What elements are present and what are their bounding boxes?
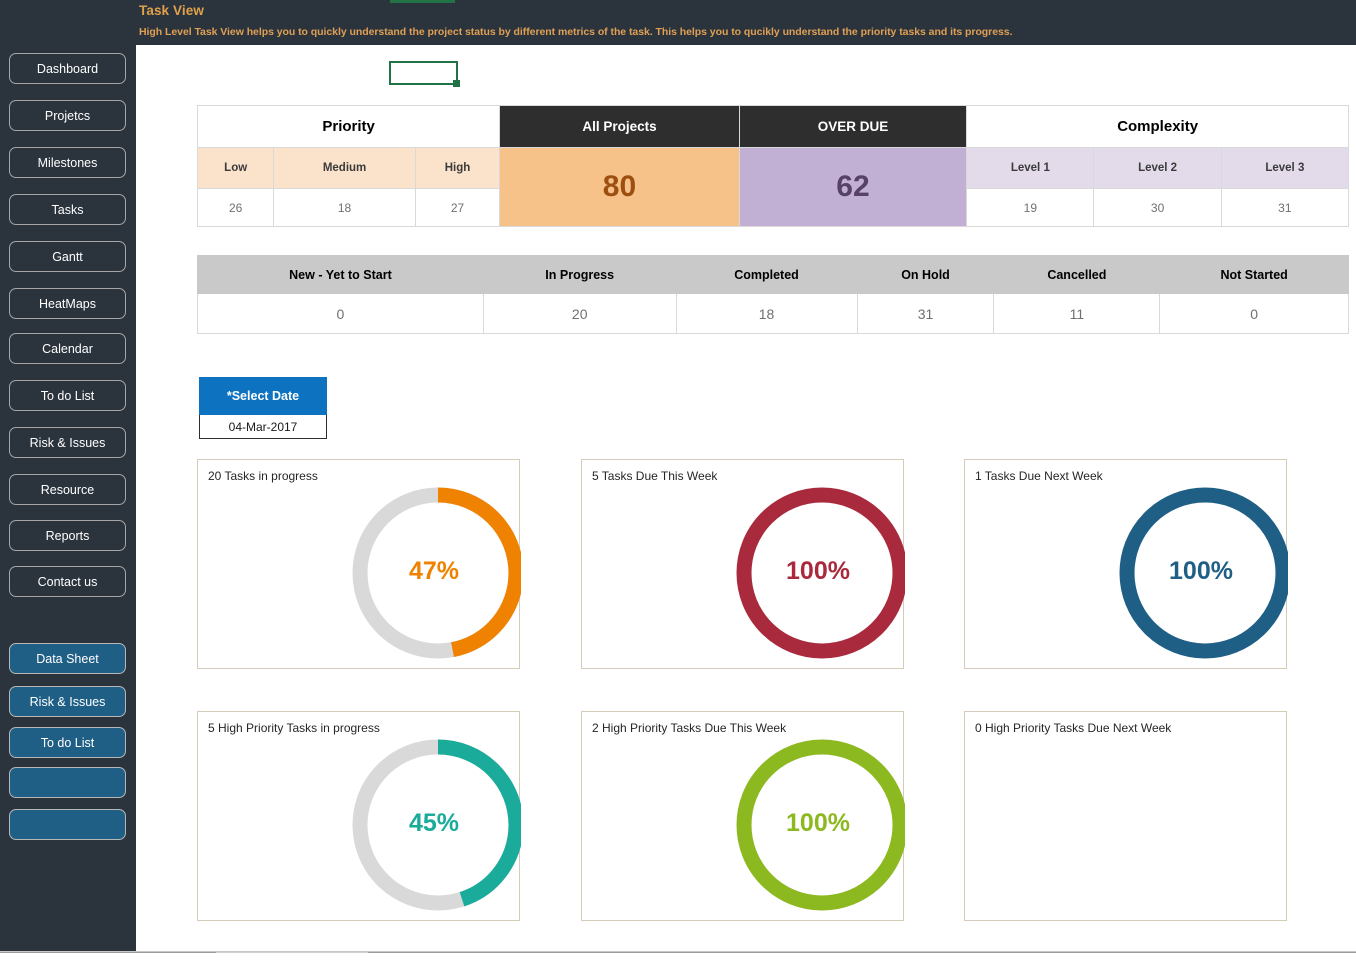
donut-percent-label: 100%	[786, 809, 850, 838]
complexity-level2-label: Level 2	[1094, 148, 1221, 189]
sidebar-item-reports[interactable]: Reports	[9, 520, 126, 551]
sidebar-item-label: To do List	[41, 389, 95, 403]
donut-percent-label: 47%	[409, 557, 459, 586]
sidebar-item-label: Projetcs	[45, 109, 90, 123]
priority-high-label: High	[415, 148, 500, 189]
status-value-on-hold: 31	[857, 294, 994, 334]
status-value-row: 0201831110	[198, 294, 1349, 334]
sidebar-item-label: Calendar	[42, 342, 93, 356]
select-date-widget: *Select Date 04-Mar-2017	[199, 377, 327, 439]
selected-date-value[interactable]: 04-Mar-2017	[199, 415, 327, 439]
sidebar-item-label: Milestones	[38, 156, 98, 170]
sidebar-secondary-item-label: Data Sheet	[36, 652, 99, 666]
priority-low-value: 26	[198, 189, 274, 227]
sidebar-secondary-item-blank-5[interactable]	[9, 809, 126, 840]
chart-panel[interactable]: 1 Tasks Due Next Week100%	[964, 459, 1287, 669]
sidebar-item-resource[interactable]: Resource	[9, 474, 126, 505]
summary-group-header-row: Priority All Projects OVER DUE Complexit…	[198, 106, 1349, 148]
page-subtitle: High Level Task View helps you to quickl…	[139, 26, 1012, 38]
over-due-header: OVER DUE	[739, 106, 967, 148]
sheet-tab-divider-1	[0, 952, 216, 953]
sidebar-secondary-item-label: Risk & Issues	[30, 695, 106, 709]
sidebar-item-label: Dashboard	[37, 62, 98, 76]
donut-chart	[582, 460, 905, 670]
sidebar-item-label: Contact us	[38, 575, 98, 589]
chart-panel[interactable]: 5 High Priority Tasks in progress45%	[197, 711, 520, 921]
sidebar-secondary-item-risk-issues[interactable]: Risk & Issues	[9, 686, 126, 717]
donut-percent-label: 100%	[786, 557, 850, 586]
summary-sub-header-row: Low Medium High 80 62 Level 1 Level 2 Le…	[198, 148, 1349, 189]
status-value-new-yet-to-start: 0	[198, 294, 484, 334]
status-bar	[0, 951, 1356, 974]
sidebar-item-contact-us[interactable]: Contact us	[9, 566, 126, 597]
priority-group-header: Priority	[198, 106, 500, 148]
status-value-completed: 18	[676, 294, 857, 334]
sidebar-item-risk-issues[interactable]: Risk & Issues	[9, 427, 126, 458]
sidebar-item-label: Resource	[41, 483, 95, 497]
summary-metrics-table: Priority All Projects OVER DUE Complexit…	[197, 105, 1349, 227]
select-date-button[interactable]: *Select Date	[199, 377, 327, 415]
donut-percent-label: 45%	[409, 809, 459, 838]
donut-percent-label: 100%	[1169, 557, 1233, 586]
complexity-level3-value: 31	[1221, 189, 1348, 227]
chart-panel[interactable]: 20 Tasks in progress47%	[197, 459, 520, 669]
complexity-level3-label: Level 3	[1221, 148, 1348, 189]
sidebar-item-to-do-list[interactable]: To do List	[9, 380, 126, 411]
sidebar-item-milestones[interactable]: Milestones	[9, 147, 126, 178]
priority-medium-value: 18	[274, 189, 415, 227]
sidebar-item-calendar[interactable]: Calendar	[9, 333, 126, 364]
sidebar-item-projetcs[interactable]: Projetcs	[9, 100, 126, 131]
chart-panel[interactable]: 5 Tasks Due This Week100%	[581, 459, 904, 669]
sidebar-secondary-item-data-sheet[interactable]: Data Sheet	[9, 643, 126, 674]
chart-panel[interactable]: 0 High Priority Tasks Due Next Week	[964, 711, 1287, 921]
sidebar-item-label: HeatMaps	[39, 297, 96, 311]
complexity-level1-label: Level 1	[967, 148, 1094, 189]
status-value-not-started: 0	[1160, 294, 1349, 334]
sidebar-item-label: Risk & Issues	[30, 436, 106, 450]
status-header-in-progress: In Progress	[483, 256, 676, 294]
status-header-not-started: Not Started	[1160, 256, 1349, 294]
sidebar-secondary-item-blank-4[interactable]	[9, 767, 126, 798]
status-header-new-yet-to-start: New - Yet to Start	[198, 256, 484, 294]
sidebar-item-heatmaps[interactable]: HeatMaps	[9, 288, 126, 319]
active-sheet-tab-indicator	[390, 0, 455, 3]
over-due-value: 62	[739, 148, 967, 227]
sidebar-item-dashboard[interactable]: Dashboard	[9, 53, 126, 84]
task-view-dashboard: Task View High Level Task View helps you…	[0, 0, 1356, 974]
sheet-tab-divider-3	[368, 952, 1356, 953]
donut-chart	[198, 460, 521, 670]
status-metrics-table: New - Yet to StartIn ProgressCompletedOn…	[197, 255, 1349, 334]
status-header-on-hold: On Hold	[857, 256, 994, 294]
priority-low-label: Low	[198, 148, 274, 189]
priority-high-value: 27	[415, 189, 500, 227]
complexity-group-header: Complexity	[967, 106, 1349, 148]
page-title: Task View	[139, 3, 204, 18]
sidebar-secondary-item-to-do-list[interactable]: To do List	[9, 727, 126, 758]
sidebar-item-gantt[interactable]: Gantt	[9, 241, 126, 272]
status-value-cancelled: 11	[994, 294, 1160, 334]
donut-chart	[965, 460, 1288, 670]
donut-chart	[582, 712, 905, 922]
all-projects-header: All Projects	[500, 106, 739, 148]
priority-medium-label: Medium	[274, 148, 415, 189]
complexity-level2-value: 30	[1094, 189, 1221, 227]
chart-panel[interactable]: 2 High Priority Tasks Due This Week100%	[581, 711, 904, 921]
status-header-row: New - Yet to StartIn ProgressCompletedOn…	[198, 256, 1349, 294]
chart-panel-title: 0 High Priority Tasks Due Next Week	[975, 721, 1171, 735]
status-header-completed: Completed	[676, 256, 857, 294]
status-value-in-progress: 20	[483, 294, 676, 334]
complexity-level1-value: 19	[967, 189, 1094, 227]
sidebar-item-label: Tasks	[52, 203, 84, 217]
sidebar-item-tasks[interactable]: Tasks	[9, 194, 126, 225]
all-projects-value: 80	[500, 148, 739, 227]
donut-chart	[198, 712, 521, 922]
status-header-cancelled: Cancelled	[994, 256, 1160, 294]
fill-handle-icon[interactable]	[453, 80, 460, 87]
sheet-tab-divider-2	[216, 952, 368, 953]
sidebar-secondary-item-label: To do List	[41, 736, 95, 750]
sidebar-item-label: Reports	[46, 529, 90, 543]
sidebar-item-label: Gantt	[52, 250, 83, 264]
spreadsheet-cell-selection[interactable]	[389, 61, 458, 85]
